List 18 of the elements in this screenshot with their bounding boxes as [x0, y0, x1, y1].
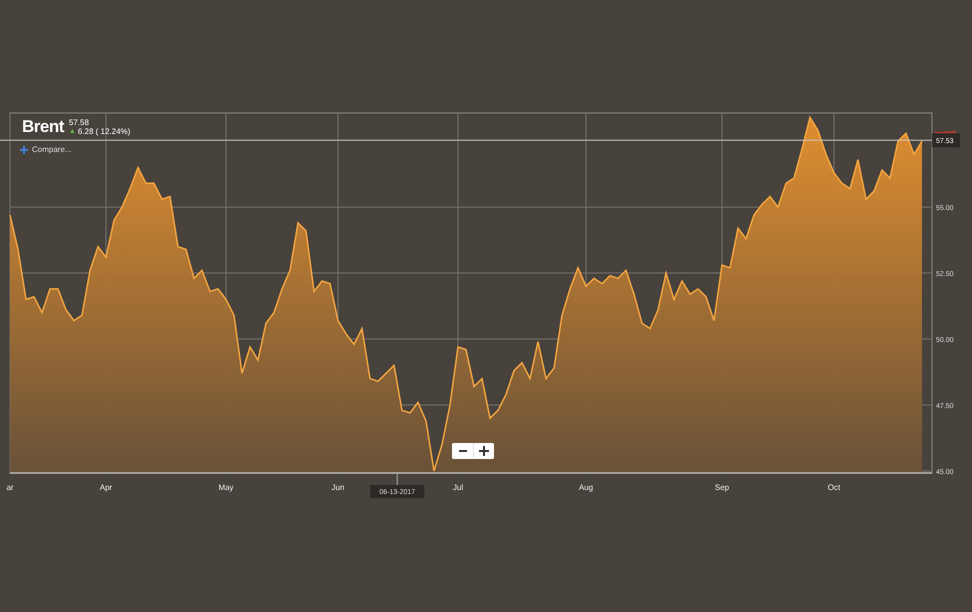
zoom-in-button[interactable]: [473, 443, 494, 459]
x-axis-label: Aug: [578, 483, 594, 492]
x-axis-label: May: [218, 483, 234, 492]
plus-icon: [479, 446, 489, 456]
x-axis-label: ar: [6, 483, 14, 492]
price-marker: [934, 131, 956, 134]
symbol-title: Brent: [22, 117, 64, 137]
price-tag: [932, 133, 960, 148]
price-change: 6.28 ( 12.24%): [78, 127, 130, 136]
x-axis-label: Jun: [332, 483, 344, 492]
date-tag: [370, 485, 424, 498]
x-axis-label: Jul: [452, 483, 464, 492]
x-axis-label: Sep: [714, 483, 730, 492]
compare-link[interactable]: Compare...: [32, 145, 72, 154]
plus-icon[interactable]: [20, 146, 28, 154]
price-value: 57.58: [68, 118, 90, 127]
x-axis-label: Oct: [828, 483, 840, 492]
x-axis-label: Apr: [100, 483, 112, 492]
